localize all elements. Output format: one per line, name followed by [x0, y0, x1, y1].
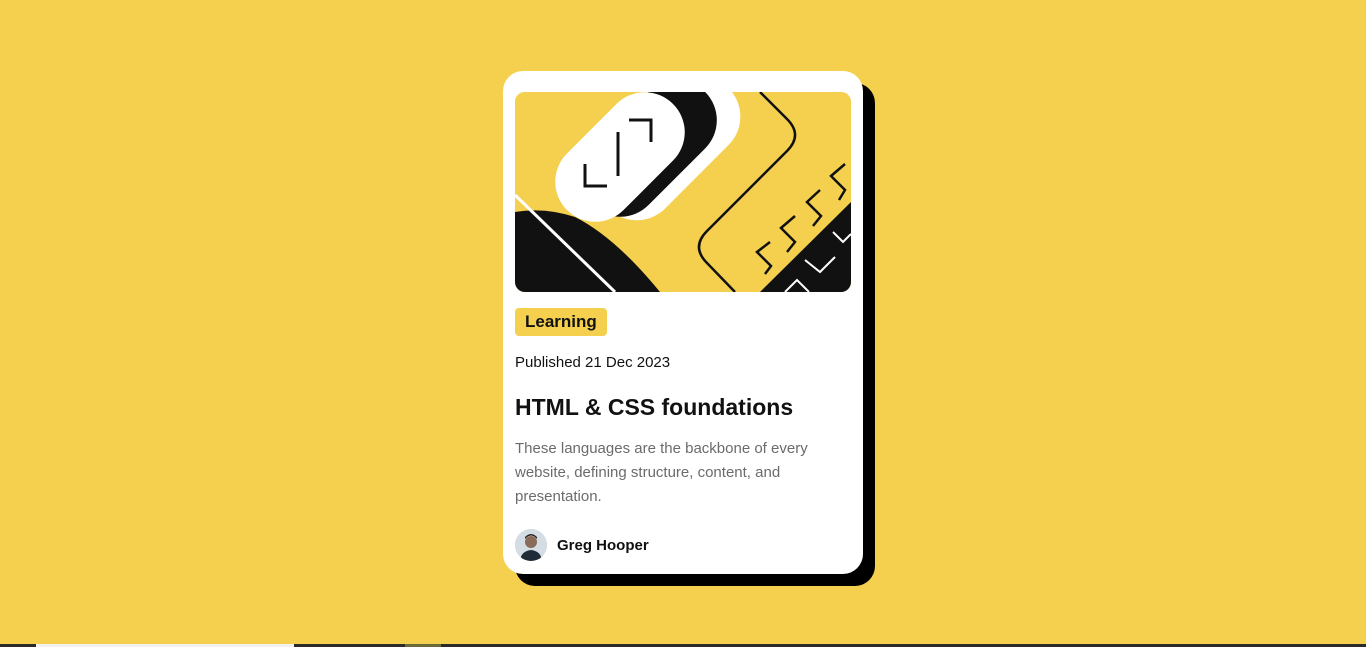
author: Greg Hooper [515, 529, 851, 561]
card-title[interactable]: HTML & CSS foundations [515, 393, 851, 421]
hero-illustration [515, 92, 851, 292]
abstract-illustration-icon [515, 92, 851, 292]
card-description: These languages are the backbone of ever… [515, 440, 808, 505]
blog-preview-card: Learning Published 21 Dec 2023 HTML & CS… [503, 71, 863, 574]
published-date: Published 21 Dec 2023 [515, 354, 671, 371]
author-name: Greg Hooper [557, 536, 649, 554]
author-avatar-icon [515, 529, 547, 561]
category-tag: Learning [515, 308, 607, 336]
